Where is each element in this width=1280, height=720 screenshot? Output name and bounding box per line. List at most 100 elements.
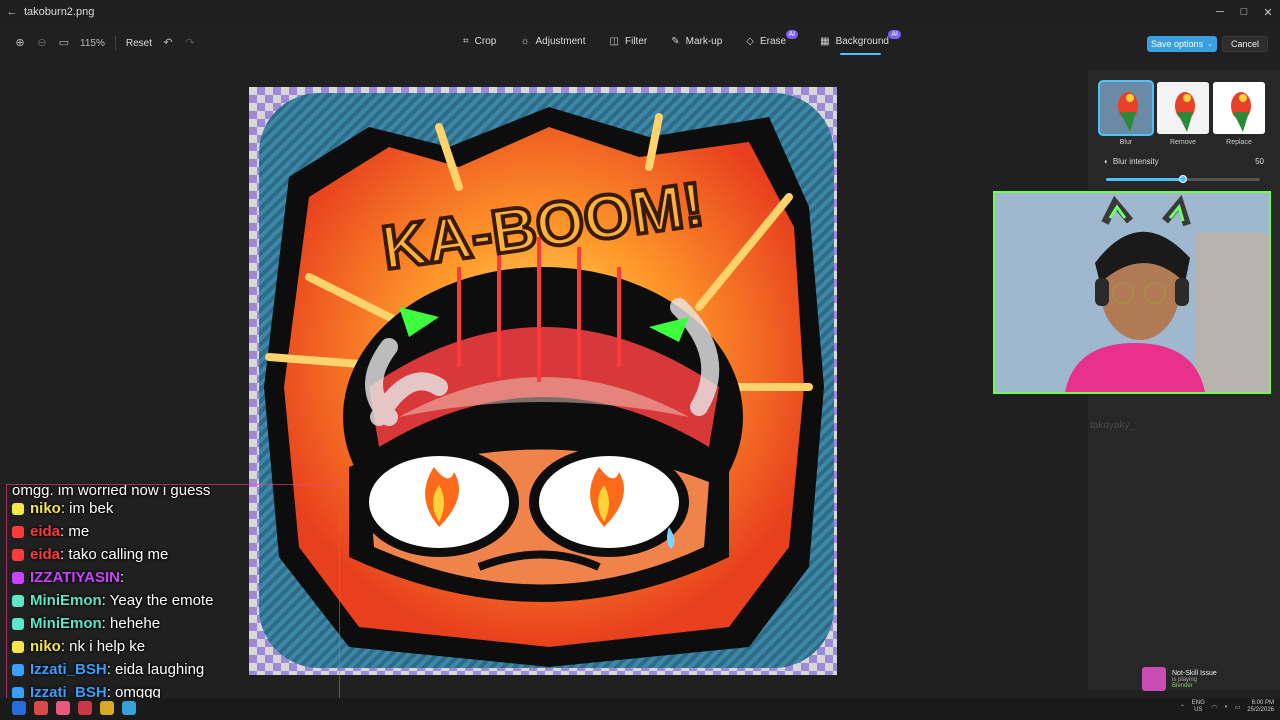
chat-badge-icon (12, 525, 24, 538)
tool-label: Crop (474, 36, 497, 47)
fit-screen-icon[interactable]: ▭ (58, 37, 70, 49)
zoom-in-icon[interactable]: ⊕ (14, 37, 26, 49)
app-icon[interactable] (78, 701, 92, 715)
tray-language[interactable]: ENG US (1192, 700, 1205, 714)
taskbar-apps (12, 701, 136, 715)
chat-badge-icon (12, 594, 24, 607)
blur-label-text: Blur intensity (1112, 157, 1159, 166)
markup-icon: ✎ (671, 36, 680, 47)
edit-tools: ⌗ Crop ☼ Adjustment ◫ Filter ✎ Mark-up ◇ Eras… (463, 30, 901, 55)
webcam-overlay (993, 191, 1271, 394)
chat-username: IZZATIYASIN (30, 569, 121, 586)
app-icon[interactable] (34, 701, 48, 715)
zoom-level[interactable]: 115% (80, 38, 105, 49)
minimize-icon[interactable]: ─ (1208, 0, 1232, 24)
window-title: takoburn2.png (24, 6, 95, 18)
parrot-thumbnail-icon (1100, 82, 1152, 134)
tool-adjustment[interactable]: ☼ Adjustment (520, 36, 585, 47)
blur-intensity-label: ◐ Blur intensity (1104, 157, 1159, 166)
tool-label: Background (835, 36, 889, 47)
chat-line: niko: nk i help ke (7, 635, 339, 658)
chat-message: : im bek (60, 500, 114, 517)
tool-label: Filter (624, 36, 648, 47)
start-icon[interactable] (12, 701, 26, 715)
ai-badge: AI (888, 30, 901, 39)
close-icon[interactable]: ✕ (1256, 0, 1280, 24)
bg-option-label: Replace (1226, 139, 1252, 146)
slider-knob[interactable] (1179, 175, 1187, 183)
blur-icon: ◐ (1104, 157, 1109, 166)
chat-username: niko (30, 638, 61, 655)
maximize-icon[interactable]: □ (1232, 0, 1256, 24)
streamer-camera-image (995, 193, 1269, 392)
notification-text: Not-Skill Issue is playing Blender (1172, 670, 1217, 689)
app-icon[interactable] (56, 701, 70, 715)
chat-line: omgg. im worried now i guess (7, 484, 339, 499)
chat-line: MiniEmon: Yeay the emote (7, 589, 339, 612)
slider-fill (1106, 178, 1183, 181)
chat-message: : eida laughing (106, 661, 205, 678)
crop-icon: ⌗ (463, 36, 469, 47)
tool-markup[interactable]: ✎ Mark-up (671, 36, 722, 47)
chat-line: MiniEmon: hehehe (7, 612, 339, 635)
chat-message: : me (60, 523, 90, 540)
chat-username: MiniEmon (30, 592, 102, 609)
app-icon[interactable] (100, 701, 114, 715)
toolbar: ⊕ ⊖ ▭ 115% Reset ↶ ↷ ⌗ Crop ☼ Adjustment ◫… (0, 28, 1280, 60)
faded-overlay-name: takoyaky_ (1090, 420, 1136, 431)
bg-option-replace[interactable] (1213, 82, 1265, 134)
blur-intensity-slider[interactable] (1106, 175, 1260, 183)
chevron-down-icon: ⌄ (1207, 41, 1213, 48)
parrot-thumbnail-icon (1213, 82, 1265, 134)
adjustment-icon: ☼ (520, 36, 530, 47)
undo-icon[interactable]: ↶ (162, 37, 174, 49)
stream-chat-overlay: omgg. im worried now i guess niko: im be… (6, 484, 340, 710)
chat-username: MiniEmon (30, 615, 102, 632)
chat-message: omgg. im worried now i guess (12, 484, 211, 499)
bg-option-blur[interactable] (1098, 80, 1154, 136)
chat-username: Izzati_BSH (30, 661, 107, 678)
chat-username: eida (30, 546, 61, 563)
cancel-button[interactable]: Cancel (1222, 36, 1268, 52)
avatar (1142, 667, 1166, 691)
wifi-icon[interactable]: ◠ (1212, 704, 1217, 711)
chat-message: : Yeay the emote (101, 592, 214, 609)
notification-title: Not-Skill Issue (1172, 669, 1217, 677)
chat-username: eida (30, 523, 61, 540)
zoom-controls: ⊕ ⊖ ▭ 115% Reset ↶ ↷ (14, 36, 196, 50)
clock[interactable]: 6:00 PM 25/2/2026 (1247, 700, 1274, 714)
chat-line: Izzati_BSH: eida laughing (7, 658, 339, 681)
chat-badge-icon (12, 617, 24, 630)
zoom-out-icon[interactable]: ⊖ (36, 37, 48, 49)
chat-badge-icon (12, 548, 24, 561)
tool-label: Erase (760, 36, 787, 47)
battery-icon[interactable]: ▭ (1235, 704, 1241, 711)
tool-filter[interactable]: ◫ Filter (610, 36, 648, 47)
volume-icon[interactable]: ◖ (1224, 704, 1228, 710)
tool-erase[interactable]: ◇ Erase AI (746, 30, 799, 47)
bg-option-label: Blur (1119, 139, 1133, 146)
chat-badge-icon (12, 686, 24, 699)
tool-crop[interactable]: ⌗ Crop (463, 36, 496, 47)
reset-button[interactable]: Reset (126, 38, 152, 49)
title-bar: ← takoburn2.png ─ □ ✕ (0, 0, 1280, 24)
chat-badge-icon (12, 502, 24, 515)
redo-icon[interactable]: ↷ (184, 37, 196, 49)
tray-chevron-icon[interactable]: ⌃ (1180, 704, 1185, 711)
save-options-label: Save options (1151, 39, 1204, 49)
now-playing-notification[interactable]: Not-Skill Issue is playing Blender (1142, 666, 1272, 692)
tool-background[interactable]: ▦ Background AI (820, 30, 901, 55)
language-code: ENG (1191, 700, 1205, 706)
chat-message: : (120, 569, 125, 586)
chat-line: niko: im bek (7, 497, 339, 520)
bg-option-remove[interactable] (1157, 82, 1209, 134)
system-tray: ⌃ ENG US ◠ ◖ ▭ 6:00 PM 25/2/2026 (1180, 700, 1274, 714)
region-code: US (1194, 707, 1203, 713)
taskbar: ⌃ ENG US ◠ ◖ ▭ 6:00 PM 25/2/2026 (0, 698, 1280, 720)
window-controls: ─ □ ✕ (1208, 0, 1280, 24)
clock-date: 25/2/2026 (1247, 707, 1274, 713)
save-options-button[interactable]: Save options ⌄ (1147, 36, 1217, 52)
chat-message: : hehehe (101, 615, 161, 632)
app-icon[interactable] (122, 701, 136, 715)
back-arrow-icon[interactable]: ← (0, 6, 24, 18)
